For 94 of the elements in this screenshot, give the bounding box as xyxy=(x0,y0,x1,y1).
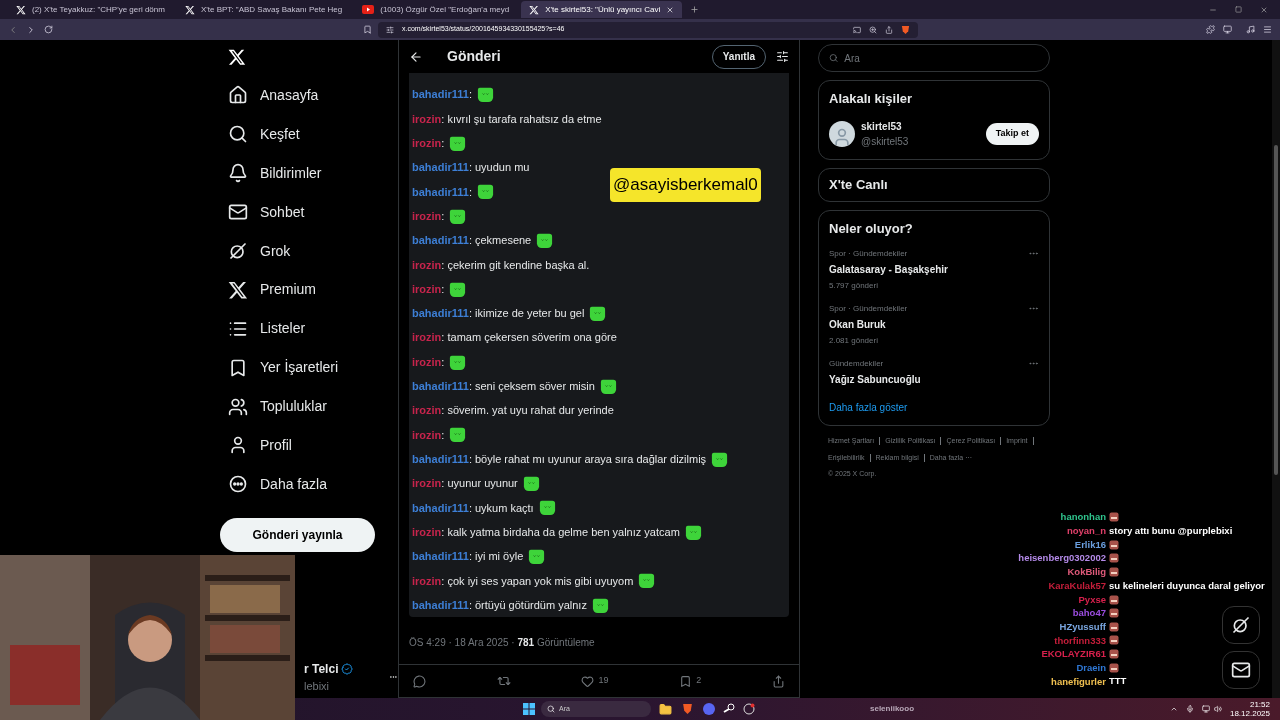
trend-meta: Spor · Gündemdekiler xyxy=(829,248,909,260)
trend-item[interactable]: Spor · Gündemdekiler Galatasaray - Başakşehir 5.797 gönderi xyxy=(829,248,1039,303)
nav-item[interactable]: Bildirimler xyxy=(220,153,398,193)
nav-item[interactable]: Anasayfa xyxy=(220,76,398,115)
stream-chat-username: HZyussuff xyxy=(1058,620,1106,634)
browser-tab[interactable]: X'te skirtel53: "Ünlü yayıncı Cavi xyxy=(521,1,683,18)
chat-message: : kalk yatma birdaha da gelme ben yalnız yatcam xyxy=(441,524,680,540)
follow-button[interactable]: Takip et xyxy=(985,122,1039,145)
person-handle: @skirtel53 xyxy=(861,134,910,149)
stream-chat-username: KaraKulak57 xyxy=(1047,578,1106,593)
person-name: skirtel53 xyxy=(861,119,903,134)
chat-username: bahadir111 xyxy=(412,87,469,103)
chat-username: bahadir111 xyxy=(412,549,469,565)
stream-chat-username: thorfinn333 xyxy=(1053,633,1106,648)
chat-message: : çekerim git kendine başka al. xyxy=(441,257,590,273)
nav-item[interactable]: Daha fazla xyxy=(220,464,398,504)
account-handle: lebixi xyxy=(304,678,331,694)
chat-username: bahadir111 xyxy=(412,597,469,613)
chat-message: : tamam çekersen söverim ona göre xyxy=(441,330,617,346)
like-button[interactable]: 19 xyxy=(581,674,609,688)
chat-message: : uykum kaçtı xyxy=(468,500,534,516)
chat-message: : söverim. yat uyu rahat dur yerinde xyxy=(441,403,614,419)
bookmark-button[interactable]: 2 xyxy=(679,674,702,688)
chat-message: : xyxy=(441,208,445,224)
nav-item[interactable]: Grok xyxy=(220,231,398,271)
trend-title: Galatasaray - Başakşehir xyxy=(829,263,948,277)
search-input[interactable]: Ara xyxy=(844,50,1039,66)
card-title: Alakalı kişiler xyxy=(829,90,914,108)
stream-chat-username: Pyxse xyxy=(1077,592,1106,607)
stream-chat-username: KokBilig xyxy=(1066,565,1106,579)
nav-item[interactable]: Sohbet xyxy=(220,192,398,232)
stream-chat-message: su kelineleri duyunca daral geliyor xyxy=(1109,578,1265,593)
chat-message: : uyunur uyunur xyxy=(441,476,518,492)
chat-message: : xyxy=(468,87,472,103)
stream-chat-username: Draein xyxy=(1075,660,1106,675)
stream-chat-message: TTT xyxy=(1109,674,1128,689)
chat-username: bahadir111 xyxy=(412,500,469,516)
page-title: Gönderi xyxy=(447,47,502,67)
trend-count: 2.081 gönderi xyxy=(829,335,879,347)
chat-username: bahadir111 xyxy=(412,379,469,395)
nav-item[interactable]: Topluluklar xyxy=(220,387,398,426)
chat-message: : xyxy=(441,281,445,297)
card-title: X'te Canlı xyxy=(829,175,888,194)
chat-message: : seni çeksem söver misin xyxy=(468,379,595,395)
chat-message: : kıvrıl şu tarafa rahatsız da etme xyxy=(441,111,602,127)
nav-item[interactable]: Listeler xyxy=(220,309,398,349)
trend-count: 5.797 gönderi xyxy=(829,280,879,292)
chat-username: bahadir111 xyxy=(412,233,469,249)
tag-label: @asayisberkemal0 xyxy=(610,168,761,202)
chat-message: : böyle rahat mı uyunur araya sıra dağlar dizilmiş xyxy=(468,452,707,467)
clock-time: 21:52 xyxy=(1249,700,1270,709)
chat-username: bahadir111 xyxy=(412,452,469,467)
chat-message: : ikimize de yeter bu gel xyxy=(468,306,585,322)
card-title: Neler oluyor? xyxy=(829,219,914,238)
stream-chat-username: EKOLAYZIR61 xyxy=(1040,647,1106,661)
chat-message: : iyi mi öyle xyxy=(468,549,524,565)
nav-item[interactable]: Yer İşaretleri xyxy=(220,348,398,388)
trend-title: Okan Buruk xyxy=(829,318,887,332)
post-meta: ÖS 4:29 · 18 Ara 2025 · 781 Görüntüleme xyxy=(409,637,595,649)
trend-item[interactable]: Spor · Gündemdekiler Okan Buruk 2.081 gönderi xyxy=(829,303,1039,358)
browser-tab[interactable]: (1003) Özgür Özel "Erdoğan'a meyd xyxy=(354,1,518,18)
account-name: r Telci xyxy=(304,660,339,678)
trend-meta: Gündemdekiler xyxy=(829,358,885,370)
stream-chat-username: Erlik16 xyxy=(1073,537,1106,552)
stream-chat-username: heisenberg0302002 xyxy=(1017,551,1106,566)
trend-title: Yağız Sabuncuoğlu xyxy=(829,373,921,387)
chat-message: : xyxy=(441,427,445,443)
trend-item[interactable]: Gündemdekiler Yağız Sabuncuoğlu xyxy=(829,358,1039,392)
chat-message: : xyxy=(441,354,445,370)
trend-meta: Spor · Gündemdekiler xyxy=(829,303,908,315)
post-button[interactable]: Gönderi yayınla xyxy=(220,517,375,552)
browser-tab[interactable]: X'te BPT: "ABD Savaş Bakanı Pete Heg xyxy=(176,1,351,18)
stream-chat-message: story attı bunu @purplebixi xyxy=(1109,523,1234,538)
chat-message: : xyxy=(441,135,445,151)
chat-username: bahadir111 xyxy=(412,184,469,200)
chat-message: : xyxy=(468,184,472,200)
stream-chat-username: baho47 xyxy=(1071,606,1106,621)
chat-message: : uyudun mu xyxy=(468,160,530,176)
live-card[interactable]: X'te Canlı xyxy=(818,167,1050,202)
stream-chat-username: hanefigurler xyxy=(1050,674,1106,689)
show-more-link[interactable]: Daha fazla göster xyxy=(829,400,1039,415)
stream-chat-username: noyan_n xyxy=(1065,523,1106,538)
chat-username: bahadir111 xyxy=(412,160,469,176)
nav-item[interactable]: Keşfet xyxy=(220,114,398,154)
chat-message: : çok iyi ses yapan yok mis gibi uyuyom xyxy=(441,573,634,589)
browser-tab[interactable]: (2) X'te Teyakkuz: "CHP'ye geri dönm xyxy=(8,1,173,18)
stream-chat-username: hanonhan xyxy=(1059,510,1106,524)
clock-date: 18.12.2025 xyxy=(1229,709,1270,718)
chat-message: : örtüyü götürdüm yalnız xyxy=(468,597,587,613)
streamer-name: seleniikooo xyxy=(870,703,914,715)
chat-username: bahadir111 xyxy=(412,306,469,322)
nav-item[interactable]: Premium xyxy=(220,270,398,310)
chat-message: : çekmesene xyxy=(468,233,532,249)
nav-item[interactable]: Profil xyxy=(220,426,398,465)
